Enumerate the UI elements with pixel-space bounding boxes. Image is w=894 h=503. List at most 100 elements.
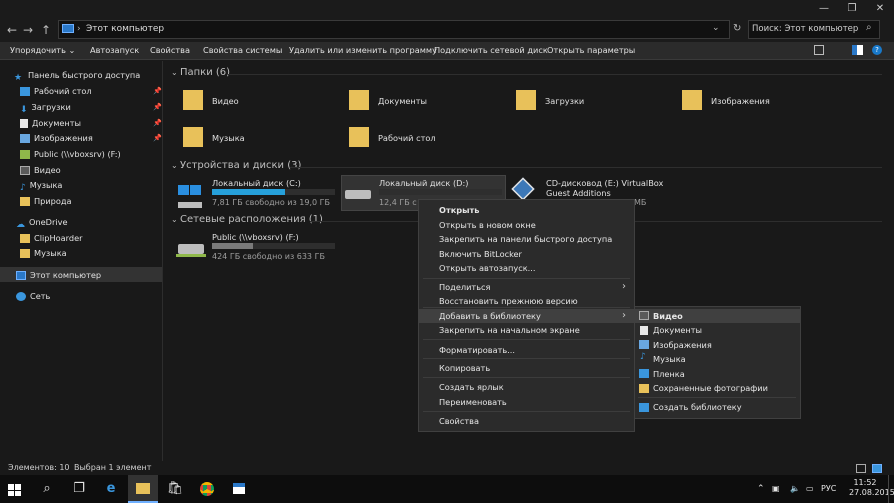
minimize-button[interactable]: —	[810, 0, 838, 18]
address-dropdown-icon[interactable]: ⌄	[712, 21, 720, 35]
nav-item-pictures[interactable]: Изображения	[20, 131, 93, 145]
back-icon[interactable]: ←	[4, 22, 20, 38]
submenu-documents[interactable]: Документы	[633, 323, 793, 337]
nav-item-downloads[interactable]: ⬇ Загрузки	[20, 100, 71, 115]
autoplay-button[interactable]: Автозапуск	[90, 45, 139, 55]
close-button[interactable]: ✕	[866, 0, 894, 18]
collapse-icon[interactable]: ⌄	[171, 161, 178, 170]
computer-icon	[62, 24, 74, 33]
drive-f[interactable]: Public (\\vboxsrv) (F:)	[212, 232, 299, 242]
quick-access[interactable]: ★ Панель быстрого доступа	[14, 68, 140, 83]
nav-item-cliphoarder[interactable]: ClipHoarder	[20, 231, 82, 245]
nav-label: Рабочий стол	[34, 86, 92, 96]
menu-format[interactable]: Форматировать...	[419, 343, 634, 357]
collapse-icon[interactable]: ⌄	[171, 215, 178, 224]
collapse-icon[interactable]: ⌄	[171, 68, 178, 77]
drive-f-free: 424 ГБ свободно из 633 ГБ	[212, 252, 325, 261]
menu-pin-start[interactable]: Закрепить на начальном экране	[419, 323, 634, 337]
app-taskbar-icon[interactable]	[224, 475, 254, 503]
network-header[interactable]: Сетевые расположения (1)	[180, 214, 323, 225]
forward-icon[interactable]: →	[20, 22, 36, 38]
open-settings-button[interactable]: Открыть параметры	[547, 45, 635, 55]
submenu-film[interactable]: Пленка	[633, 367, 793, 381]
submenu-music[interactable]: Музыка	[633, 352, 793, 366]
task-view-icon[interactable]: ❐	[64, 475, 94, 503]
menu-share[interactable]: Поделиться	[419, 280, 634, 294]
map-network-drive-button[interactable]: Подключить сетевой диск	[434, 45, 548, 55]
menu-bitlocker[interactable]: Включить BitLocker	[419, 247, 634, 261]
details-view-icon[interactable]	[856, 464, 866, 473]
menu-add-to-library[interactable]: Добавить в библиотеку	[419, 309, 634, 323]
menu-separator	[423, 358, 630, 359]
drive-e[interactable]: CD-дисковод (E:) VirtualBox Guest Additi…	[546, 178, 676, 198]
menu-pin-quick-access[interactable]: Закрепить на панели быстрого доступа	[419, 232, 634, 246]
chrome-icon[interactable]	[192, 475, 222, 503]
menu-open-new-window[interactable]: Открыть в новом окне	[419, 218, 634, 232]
nav-item-desktop[interactable]: Рабочий стол	[20, 84, 92, 98]
folder-downloads[interactable]: Загрузки	[545, 96, 584, 106]
search-taskbar-icon[interactable]: ⌕	[32, 475, 62, 503]
folder-icon	[349, 90, 369, 110]
nav-item-network[interactable]: Сеть	[16, 289, 50, 303]
folders-header[interactable]: Папки (6)	[180, 67, 230, 78]
date: 27.08.2015	[849, 488, 894, 497]
menu-copy[interactable]: Копировать	[419, 361, 634, 375]
folder-documents[interactable]: Документы	[378, 96, 427, 106]
message-icon[interactable]: ▭	[806, 484, 814, 493]
nav-label: Видео	[34, 165, 61, 175]
menu-properties[interactable]: Свойства	[419, 414, 634, 428]
preview-pane-icon[interactable]	[852, 45, 863, 55]
drives-header[interactable]: Устройства и диски (3)	[180, 160, 301, 171]
properties-button[interactable]: Свойства	[150, 45, 190, 55]
nav-item-documents[interactable]: Документы	[20, 116, 81, 130]
folder-music[interactable]: Музыка	[212, 133, 245, 143]
store-icon[interactable]: 🛍	[160, 475, 190, 503]
network-tray-icon[interactable]: ▣	[772, 484, 780, 493]
submenu-pictures[interactable]: Изображения	[633, 338, 793, 352]
menu-separator	[423, 411, 630, 412]
volume-icon[interactable]: 🔈	[790, 484, 800, 493]
menu-restore-version[interactable]: Восстановить прежнюю версию	[419, 294, 634, 308]
hdd-icon	[345, 190, 371, 199]
clock[interactable]: 11:52 27.08.2015	[849, 478, 894, 498]
folder-video[interactable]: Видео	[212, 96, 239, 106]
nav-item-od-music[interactable]: Музыка	[20, 246, 67, 260]
nav-item-onedrive[interactable]: ☁ OneDrive	[16, 215, 68, 230]
nav-label: ClipHoarder	[34, 233, 83, 243]
view-options-icon[interactable]	[814, 45, 824, 55]
menu-rename[interactable]: Переименовать	[419, 395, 634, 409]
drive-f-usage-bar	[212, 243, 335, 249]
tiles-view-icon[interactable]	[872, 464, 882, 473]
nav-label: Музыка	[34, 248, 67, 258]
file-explorer-taskbar-icon[interactable]	[128, 475, 158, 503]
menu-autoplay[interactable]: Открыть автозапуск...	[419, 261, 634, 275]
nav-item-public[interactable]: Public (\\vboxsrv) (F:)	[20, 147, 121, 161]
submenu-video[interactable]: Видео	[633, 309, 793, 323]
tray-chevron-icon[interactable]: ⌃	[757, 484, 765, 494]
system-properties-button[interactable]: Свойства системы	[203, 45, 282, 55]
nav-item-video[interactable]: Видео	[20, 163, 61, 177]
up-icon[interactable]: ↑	[38, 22, 54, 38]
help-icon[interactable]: ?	[872, 45, 882, 55]
menu-create-shortcut[interactable]: Создать ярлык	[419, 380, 634, 394]
folder-pictures[interactable]: Изображения	[711, 96, 770, 106]
show-desktop-button[interactable]	[888, 475, 889, 503]
organize-button[interactable]: Упорядочить ⌄	[10, 45, 75, 55]
start-button[interactable]	[0, 475, 30, 503]
edge-icon[interactable]: e	[96, 475, 126, 503]
submenu-saved-photos[interactable]: Сохраненные фотографии	[633, 381, 793, 395]
status-selected: Выбран 1 элемент	[74, 463, 152, 472]
refresh-icon[interactable]: ↻	[733, 22, 741, 36]
language-indicator[interactable]: РУС	[821, 484, 836, 493]
folder-desktop[interactable]: Рабочий стол	[378, 133, 436, 143]
nav-item-this-pc[interactable]: Этот компьютер	[16, 268, 101, 282]
search-icon: ⌕	[866, 22, 872, 33]
nav-item-nature[interactable]: Природа	[20, 194, 72, 208]
drive-d[interactable]: Локальный диск (D:)	[379, 178, 468, 188]
submenu-create-library[interactable]: Создать библиотеку	[633, 400, 793, 414]
menu-open[interactable]: Открыть	[419, 203, 634, 217]
drive-c[interactable]: Локальный диск (C:)	[212, 178, 301, 188]
nav-item-music[interactable]: ♪ Музыка	[20, 178, 62, 193]
uninstall-program-button[interactable]: Удалить или изменить программу	[289, 45, 437, 55]
maximize-button[interactable]: ❐	[838, 0, 866, 18]
